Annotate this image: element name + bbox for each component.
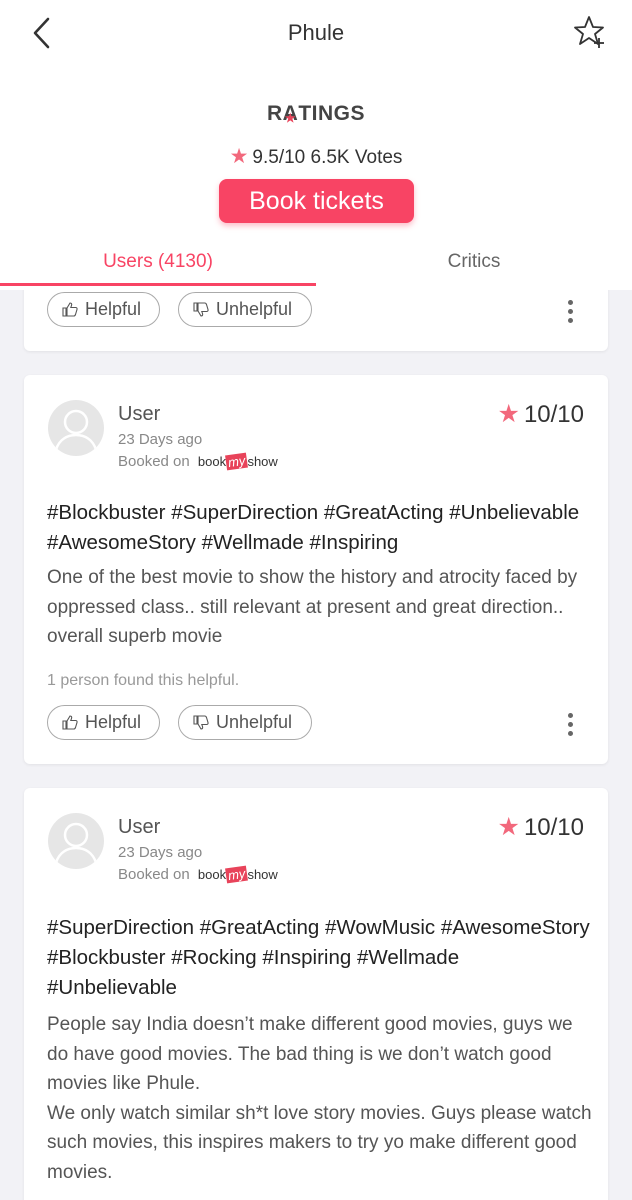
review-date: 23 Days ago <box>118 431 203 448</box>
user-avatar-icon <box>54 822 98 864</box>
star-icon: ★ <box>229 145 249 168</box>
review-hashtags: #Blockbuster #SuperDirection #GreatActin… <box>47 501 580 554</box>
unhelpful-label: Unhelpful <box>216 712 293 732</box>
review-text: People say India doesn’t make different … <box>47 1014 592 1183</box>
reviewer-name: User <box>118 403 161 425</box>
booked-on-label: Booked on <box>118 453 190 470</box>
dot <box>567 713 573 718</box>
review-text: One of the best movie to show the histor… <box>47 567 578 647</box>
review-date: 23 Days ago <box>118 844 203 861</box>
rating-votes: 9.5/10 6.5K Votes <box>252 147 403 168</box>
dot <box>567 309 573 314</box>
dot <box>567 318 573 323</box>
booked-on-label: Booked on <box>118 866 190 883</box>
star-icon: ★ <box>497 813 520 841</box>
add-to-favorites-button[interactable] <box>572 14 608 50</box>
unhelpful-button[interactable]: Unhelpful <box>178 292 312 327</box>
tabs: Users (4130) Critics <box>0 240 632 286</box>
bookmyshow-logo: bookmyshow <box>197 865 278 884</box>
avatar <box>48 813 104 869</box>
book-tickets-button[interactable]: Book tickets <box>219 179 414 223</box>
rating-value: 10/10 <box>523 401 584 428</box>
helpful-count: 1 person found this helpful. <box>47 672 240 689</box>
review-hashtags: #SuperDirection #GreatActing #WowMusic #… <box>47 916 590 999</box>
star-icon: ★ <box>497 400 520 428</box>
dot <box>567 731 573 736</box>
overall-rating: ★ 9.5/10 6.5K Votes <box>0 144 632 169</box>
thumbs-up-icon <box>62 715 78 730</box>
thumbs-down-icon <box>193 302 209 317</box>
active-tab-indicator <box>0 283 316 286</box>
booked-on: Booked on bookmyshow <box>118 452 278 471</box>
dot <box>567 722 573 727</box>
review-card: User 23 Days ago Booked on bookmyshow ★ 1… <box>24 788 608 1200</box>
more-options-button[interactable] <box>558 713 582 743</box>
user-avatar-icon <box>54 409 98 451</box>
thumbs-up-icon <box>62 302 78 317</box>
avatar <box>48 400 104 456</box>
dot <box>567 300 573 305</box>
reviewer-name: User <box>118 816 161 838</box>
tab-critics[interactable]: Critics <box>316 240 632 286</box>
helpful-label: Helpful <box>85 299 142 319</box>
review-rating: ★ 10/10 <box>498 812 584 842</box>
more-options-button[interactable] <box>558 300 582 330</box>
helpful-button[interactable]: Helpful <box>47 292 160 327</box>
helpful-button[interactable]: Helpful <box>47 705 160 740</box>
review-card: User 23 Days ago Booked on bookmyshow ★ 1… <box>24 375 608 764</box>
rating-value: 10/10 <box>523 814 584 841</box>
page-title: Phule <box>287 20 345 45</box>
thumbs-down-icon <box>193 715 209 730</box>
tab-users[interactable]: Users (4130) <box>0 240 316 286</box>
helpful-label: Helpful <box>85 712 142 732</box>
unhelpful-button[interactable]: Unhelpful <box>178 705 312 740</box>
booked-on: Booked on bookmyshow <box>118 865 278 884</box>
star-plus-icon <box>574 16 604 48</box>
ratings-logo: RA ★ TINGS <box>266 102 365 125</box>
unhelpful-label: Unhelpful <box>216 299 293 319</box>
review-rating: ★ 10/10 <box>498 399 584 429</box>
bookmyshow-logo: bookmyshow <box>197 452 278 471</box>
header: Phule RA ★ TINGS ★ 9.5/10 6.5K Votes Book t… <box>0 0 632 290</box>
logo-star-icon: ★ <box>284 111 297 125</box>
